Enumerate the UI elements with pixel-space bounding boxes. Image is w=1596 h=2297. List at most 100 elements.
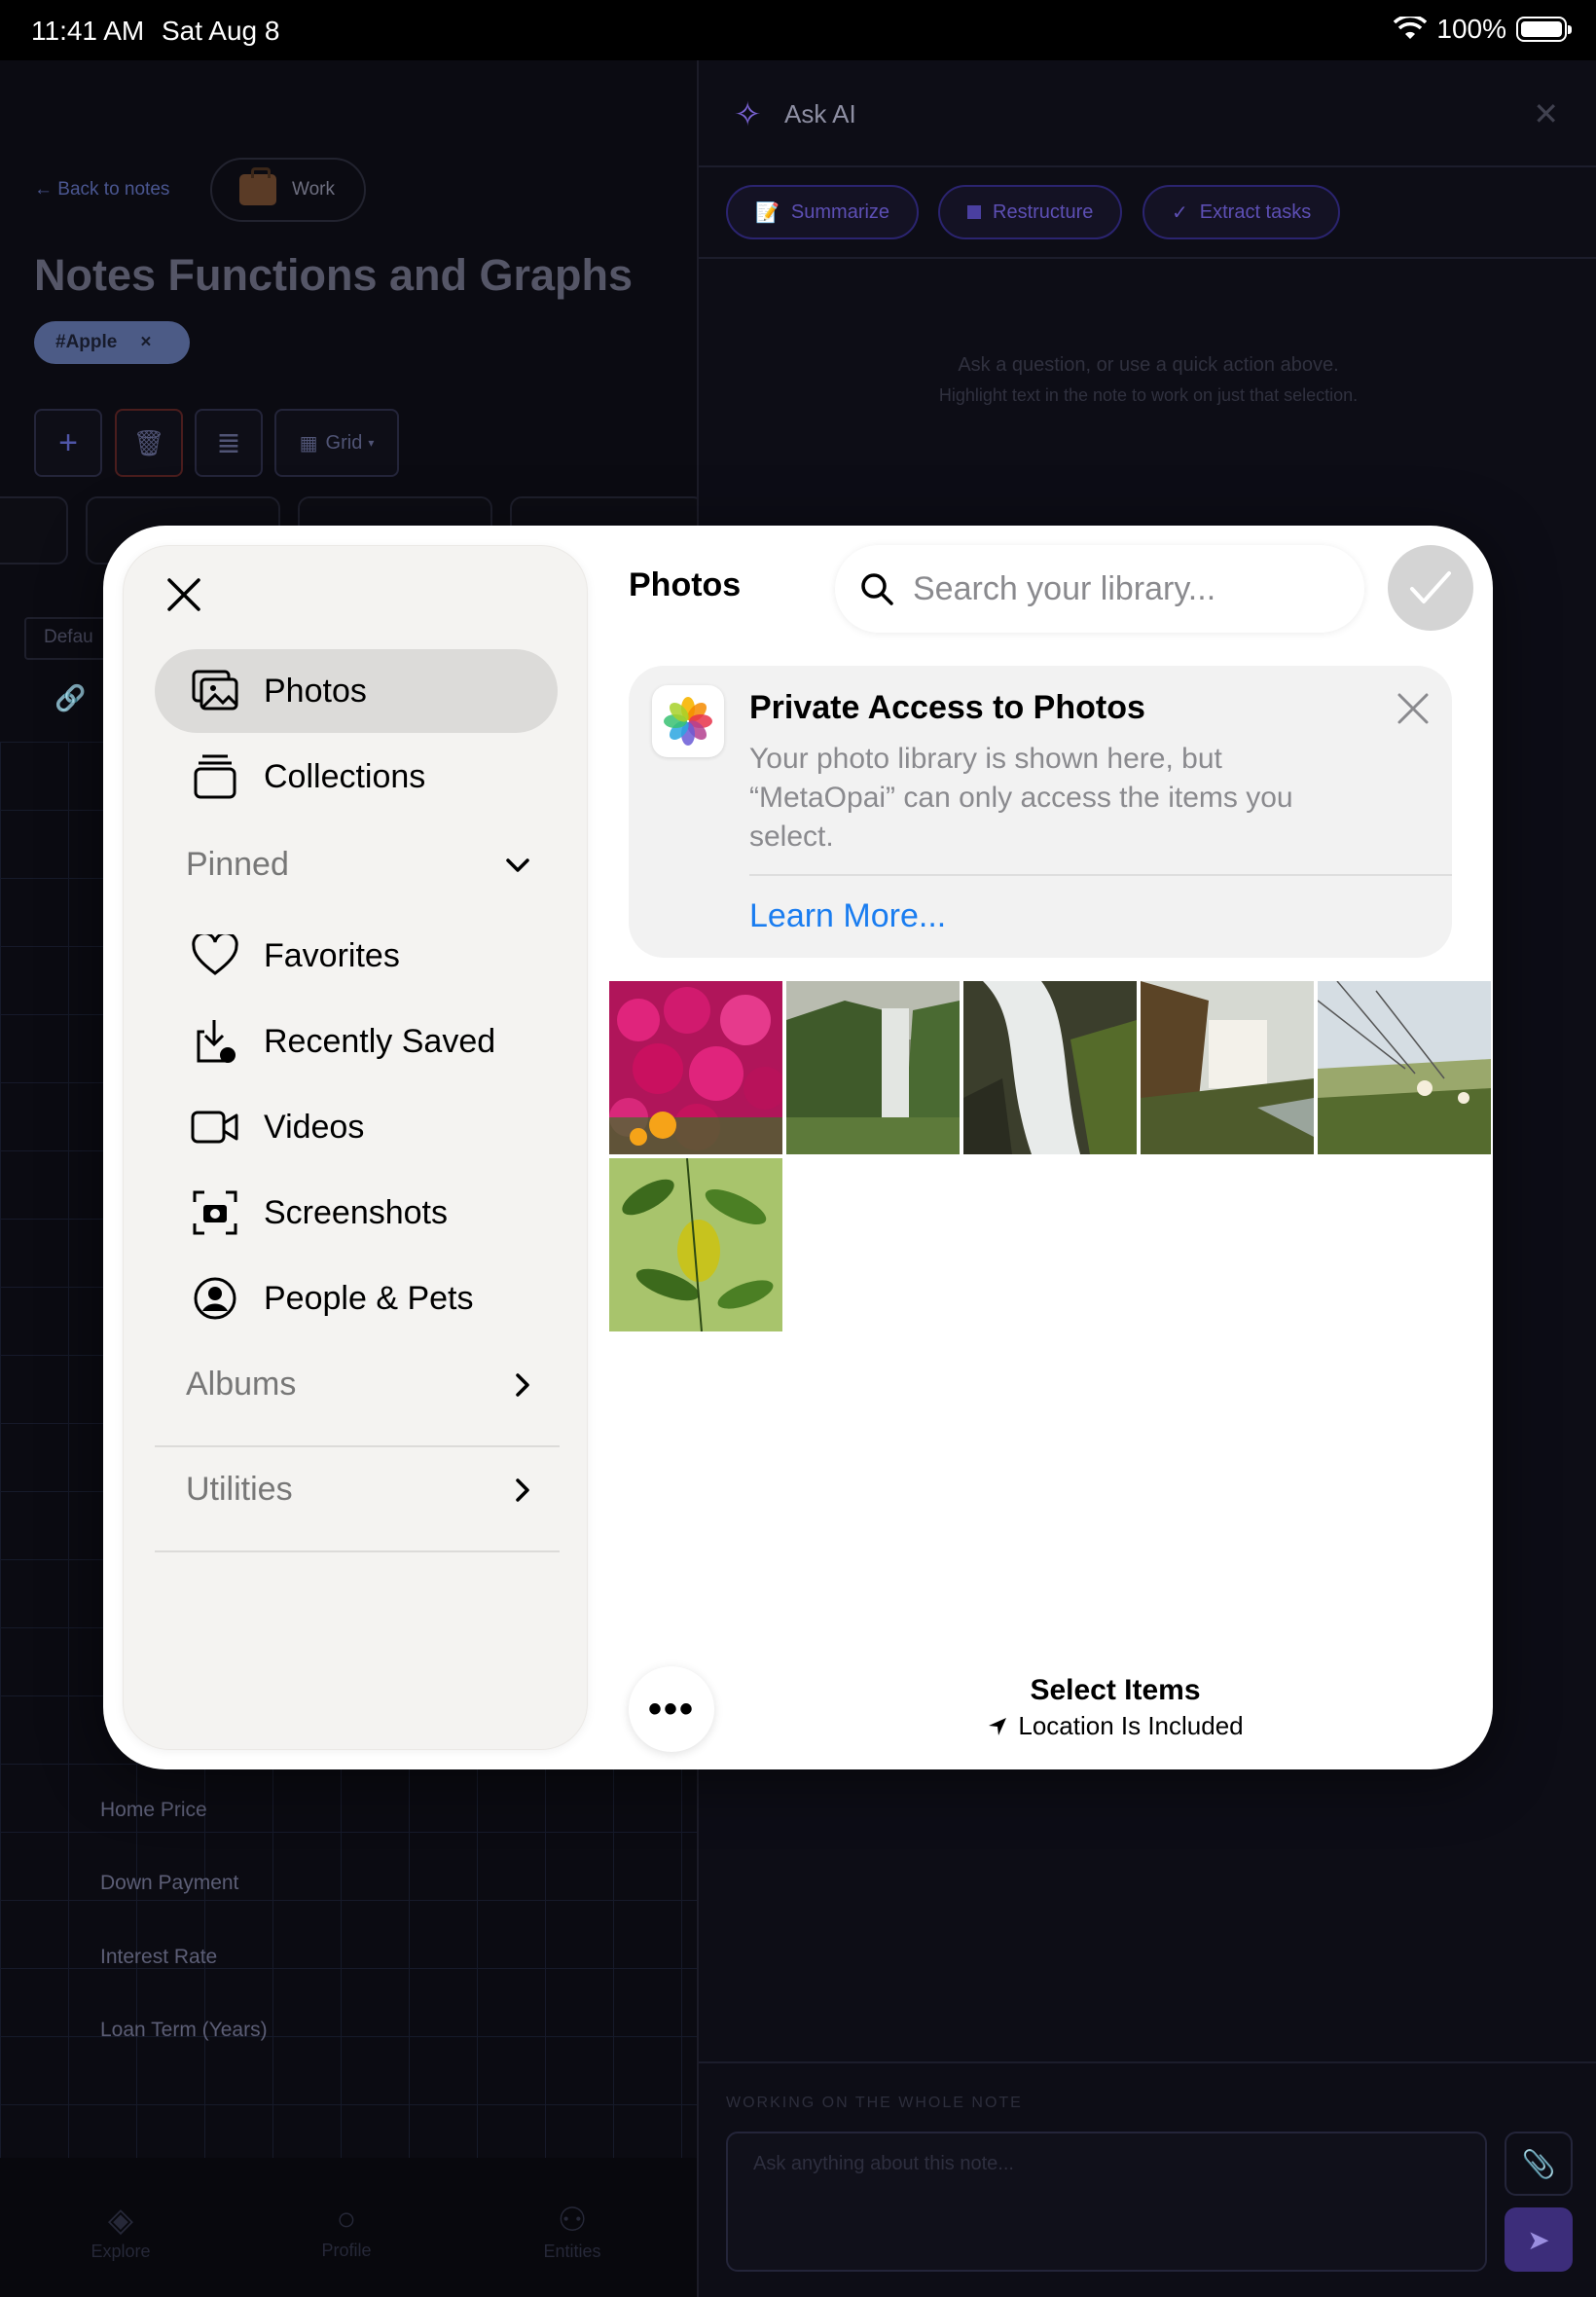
default-select[interactable]: Defau — [24, 617, 114, 660]
tab-label: Profile — [321, 2241, 372, 2260]
sidebar-item-label: Photos — [264, 672, 367, 710]
tag-chip[interactable]: #Apple × — [34, 321, 190, 364]
tab-explore[interactable]: ◈ Explore — [43, 2201, 199, 2262]
tab-profile[interactable]: ○ Profile — [269, 2201, 424, 2261]
location-arrow-icon — [989, 1717, 1007, 1735]
divider — [699, 257, 1596, 259]
list-view-button[interactable]: ≣ — [195, 409, 263, 477]
person-icon: ○ — [336, 2201, 357, 2238]
remove-tag-icon[interactable]: × — [140, 332, 151, 353]
screenshot-icon — [190, 1187, 240, 1238]
action-label: Restructure — [993, 201, 1094, 223]
chip-row-item[interactable] — [0, 496, 68, 565]
utilities-row[interactable]: Utilities — [186, 1471, 530, 1509]
more-options-button[interactable]: ••• — [629, 1666, 714, 1752]
send-icon: ➤ — [1527, 2224, 1550, 2255]
close-icon — [1397, 693, 1429, 724]
tab-label: Entities — [543, 2242, 601, 2261]
close-icon[interactable]: ✕ — [1533, 95, 1559, 132]
working-scope-label: WORKING ON THE WHOLE NOTE — [726, 2095, 1023, 2111]
learn-more-link[interactable]: Learn More... — [749, 897, 946, 935]
tag-label: #Apple — [55, 332, 118, 352]
ai-hint: Ask a question, or use a quick action ab… — [958, 354, 1339, 376]
bottom-tab-bar: ◈ Explore ○ Profile ⚇ Entities — [0, 2158, 697, 2297]
ask-ai-header: ✧ Ask AI ✕ — [699, 60, 1596, 167]
divider — [155, 1550, 560, 1552]
ask-ai-input[interactable]: Ask anything about this note... — [726, 2132, 1487, 2272]
divider — [155, 1445, 560, 1447]
restructure-button[interactable]: Restructure — [938, 185, 1123, 239]
layers-icon: ◈ — [107, 2202, 134, 2239]
send-button[interactable]: ➤ — [1505, 2207, 1573, 2272]
pinned-section-header[interactable]: Pinned — [186, 846, 530, 884]
ai-hint-secondary: Highlight text in the note to work on ju… — [938, 385, 1359, 405]
search-placeholder: Search your library... — [913, 569, 1216, 607]
location-label: Location Is Included — [1018, 1711, 1244, 1740]
picker-sidebar: Photos Collections Pinned Favorites Rece… — [123, 545, 588, 1750]
add-button[interactable]: + — [34, 409, 102, 477]
section-label: Albums — [186, 1366, 297, 1403]
chevron-down-icon — [506, 857, 529, 872]
select-items-title: Select Items — [1030, 1674, 1201, 1706]
people-icon: ⚇ — [557, 2202, 588, 2239]
status-time: 11:41 AM — [31, 16, 145, 46]
collections-icon — [190, 751, 240, 802]
sidebar-item-recently-saved[interactable]: Recently Saved — [155, 1000, 558, 1083]
video-icon — [190, 1102, 240, 1152]
sidebar-item-label: Videos — [264, 1108, 365, 1146]
lines-icon: ≣ — [216, 426, 241, 459]
photo-thumbnail[interactable] — [786, 981, 960, 1154]
sidebar-item-photos[interactable]: Photos — [155, 649, 558, 733]
photo-thumbnail[interactable] — [1318, 981, 1491, 1154]
location-info[interactable]: Location Is Included — [940, 1711, 1290, 1741]
sidebar-item-label: Favorites — [264, 936, 400, 974]
attach-button[interactable]: 📎 — [1505, 2132, 1573, 2196]
back-to-notes-link[interactable]: ← Back to notes — [34, 179, 169, 201]
tab-entities[interactable]: ⚇ Entities — [494, 2201, 650, 2262]
sidebar-item-videos[interactable]: Videos — [155, 1085, 558, 1169]
category-label: Work — [292, 179, 335, 200]
dropdown-icon: ▾ — [368, 436, 375, 450]
sidebar-item-collections[interactable]: Collections — [155, 735, 558, 819]
category-chip[interactable]: Work — [210, 158, 366, 222]
field-label: Interest Rate — [100, 1946, 218, 1968]
delete-button[interactable]: 🗑 — [115, 409, 183, 477]
tab-label: Explore — [91, 2242, 151, 2261]
albums-row[interactable]: Albums — [186, 1366, 530, 1404]
sidebar-item-favorites[interactable]: Favorites — [155, 914, 558, 998]
photo-thumbnail[interactable] — [1141, 981, 1314, 1154]
sidebar-item-screenshots[interactable]: Screenshots — [155, 1171, 558, 1255]
picker-title: Photos — [629, 566, 742, 603]
summarize-button[interactable]: 📝 Summarize — [726, 185, 920, 239]
paperclip-icon: 📎 — [1521, 2148, 1556, 2179]
grid-view-button[interactable]: ▦ Grid ▾ — [274, 409, 399, 477]
sparkle-icon: ✧ — [734, 96, 762, 133]
dismiss-banner-button[interactable] — [1390, 685, 1436, 732]
ellipsis-icon: ••• — [647, 1687, 695, 1731]
checkmark-icon — [1410, 571, 1451, 603]
photos-app-icon — [652, 685, 724, 757]
link-icon[interactable]: 🔗 — [54, 683, 86, 713]
memo-icon: 📝 — [755, 201, 780, 224]
photo-thumbnail[interactable] — [963, 981, 1137, 1154]
briefcase-icon — [239, 167, 276, 205]
close-picker-button[interactable] — [157, 567, 211, 622]
done-button[interactable] — [1388, 545, 1473, 631]
search-input[interactable]: Search your library... — [835, 545, 1364, 633]
sidebar-item-people-pets[interactable]: People & Pets — [155, 1257, 558, 1340]
download-icon — [190, 1016, 240, 1067]
photo-thumbnail[interactable] — [609, 981, 782, 1154]
heart-icon — [190, 930, 240, 981]
sidebar-item-label: People & Pets — [264, 1279, 474, 1317]
plus-icon: + — [58, 423, 78, 461]
chevron-right-icon — [516, 1477, 529, 1502]
search-icon — [861, 573, 893, 605]
extract-tasks-button[interactable]: ✓ Extract tasks — [1143, 185, 1341, 239]
field-label: Loan Term (Years) — [100, 2019, 268, 2041]
note-title: Notes Functions and Graphs — [34, 250, 634, 300]
wifi-icon — [1394, 17, 1428, 39]
photo-thumbnail[interactable] — [609, 1158, 782, 1331]
check-icon: ✓ — [1172, 201, 1188, 224]
battery-icon — [1516, 17, 1572, 42]
banner-title: Private Access to Photos — [749, 689, 1145, 726]
